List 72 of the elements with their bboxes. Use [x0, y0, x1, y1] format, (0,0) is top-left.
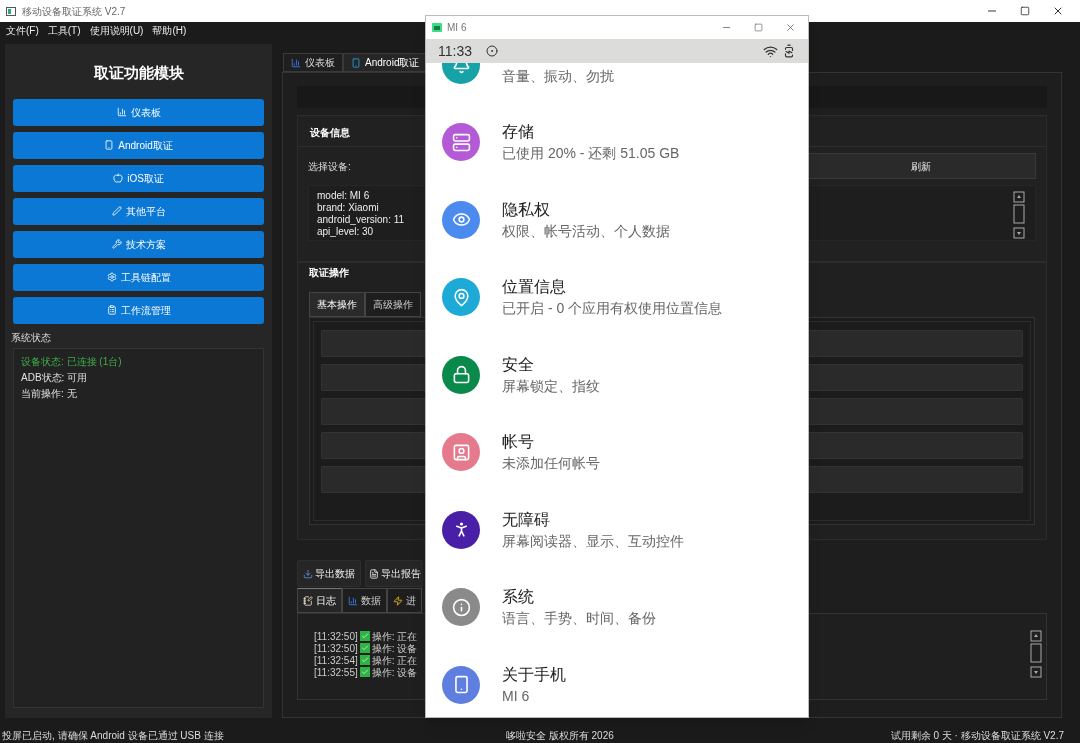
settings-subtitle: MI 6: [502, 686, 531, 706]
version-text: 试用剩余 0 天 · 移动设备取证系统 V2.7: [890, 729, 1065, 743]
status-line: 当前操作: 无: [21, 386, 78, 400]
module-button[interactable]: 工具链配置: [13, 263, 264, 291]
log-text: 操作: 正在: [371, 629, 418, 644]
settings-title: 位置信息: [502, 277, 567, 298]
settings-title: 无障碍: [502, 509, 551, 530]
module-button[interactable]: 工作流管理: [13, 296, 264, 324]
settings-item[interactable]: 音量、振动、勿扰: [426, 63, 808, 104]
clock: 11:33: [438, 41, 472, 61]
module-button[interactable]: 其他平台: [13, 197, 264, 225]
log-text: 操作: 正在: [371, 654, 418, 668]
status-line: 设备状态: 已连接 (1台): [21, 354, 123, 368]
log-text: 操作: 设备: [371, 666, 418, 680]
settings-title: 隐私权: [502, 199, 551, 220]
module-button[interactable]: 仪表板: [13, 98, 264, 126]
settings-title: 关于手机: [502, 664, 566, 685]
settings-subtitle: 语言、手势、时间、备份: [502, 609, 656, 629]
window-title: 移动设备取证系统 V2.7: [22, 4, 126, 19]
detail-line: api_level: 30: [317, 226, 375, 238]
settings-subtitle: 已开启 - 0 个应用有权使用位置信息: [502, 299, 723, 319]
log-tab[interactable]: 进: [387, 588, 422, 613]
settings-subtitle: 屏幕锁定、指纹: [502, 376, 600, 396]
log-time: [11:32:54]: [314, 654, 358, 668]
log-text: 操作: 设备: [371, 642, 418, 656]
detail-line: android_version: 11: [317, 214, 405, 226]
status-message: 投屏已启动, 请确保 Android 设备已通过 USB 连接: [2, 729, 225, 743]
settings-item[interactable]: 位置信息 已开启 - 0 个应用有权使用位置信息: [426, 258, 808, 336]
group-title: 取证操作: [309, 267, 349, 278]
settings-subtitle: 权限、帐号活动、个人数据: [502, 221, 670, 241]
sidebar-title: 取证功能模块: [92, 63, 185, 83]
settings-title: 安全: [502, 354, 535, 375]
settings-title: 帐号: [502, 432, 535, 453]
settings-item[interactable]: 无障碍 屏幕阅读器、显示、互动控件: [426, 491, 808, 569]
operation-tab[interactable]: 基本操作: [309, 292, 365, 317]
group-title: 设备信息: [310, 127, 350, 138]
export-button[interactable]: 导出报告: [365, 560, 423, 587]
window-title: MI 6: [447, 21, 467, 35]
settings-subtitle: 已使用 20% - 还剩 51.05 GB: [502, 144, 680, 164]
detail-line: model: MI 6: [317, 190, 371, 202]
status-title: 系统状态: [11, 330, 52, 345]
settings-title: 系统: [502, 587, 535, 608]
main-tab[interactable]: Android取证: [343, 53, 428, 72]
module-button[interactable]: iOS取证: [13, 164, 264, 192]
settings-subtitle: 屏幕阅读器、显示、互动控件: [502, 531, 684, 551]
menu-item[interactable]: 使用说明(U): [89, 23, 144, 38]
module-button[interactable]: 技术方案: [13, 230, 264, 258]
log-time: [11:32:55]: [314, 666, 358, 680]
select-label: 选择设备:: [308, 159, 351, 174]
settings-item[interactable]: 存储 已使用 20% - 还剩 51.05 GB: [426, 103, 808, 181]
export-button[interactable]: 导出数据: [297, 560, 361, 587]
settings-item[interactable]: 隐私权 权限、帐号活动、个人数据: [426, 181, 808, 259]
log-tab[interactable]: 数据: [342, 588, 387, 613]
settings-subtitle: 音量、振动、勿扰: [502, 66, 614, 86]
log-tab[interactable]: 日志: [297, 588, 342, 613]
log-time: [11:32:50]: [314, 642, 358, 656]
detail-line: brand: Xiaomi: [317, 202, 380, 214]
log-time: [11:32:50]: [314, 629, 358, 644]
operation-tab[interactable]: 高级操作: [365, 292, 421, 317]
module-button[interactable]: Android取证: [13, 131, 264, 159]
settings-item[interactable]: 帐号 未添加任何帐号: [426, 413, 808, 491]
settings-item[interactable]: 系统 语言、手势、时间、备份: [426, 568, 808, 646]
settings-item[interactable]: 关于手机 MI 6: [426, 646, 808, 717]
main-tab[interactable]: 仪表板: [283, 53, 343, 72]
settings-subtitle: 未添加任何帐号: [502, 454, 600, 474]
menu-item[interactable]: 文件(F): [6, 23, 39, 38]
menu-item[interactable]: 帮助(H): [152, 23, 187, 38]
menu-item[interactable]: 工具(T): [47, 23, 81, 38]
settings-item[interactable]: 安全 屏幕锁定、指纹: [426, 336, 808, 414]
settings-title: 存储: [502, 122, 535, 143]
status-line: ADB状态: 可用: [21, 370, 89, 384]
copyright-text: 哆啦安全 版权所有 2026: [506, 729, 614, 743]
